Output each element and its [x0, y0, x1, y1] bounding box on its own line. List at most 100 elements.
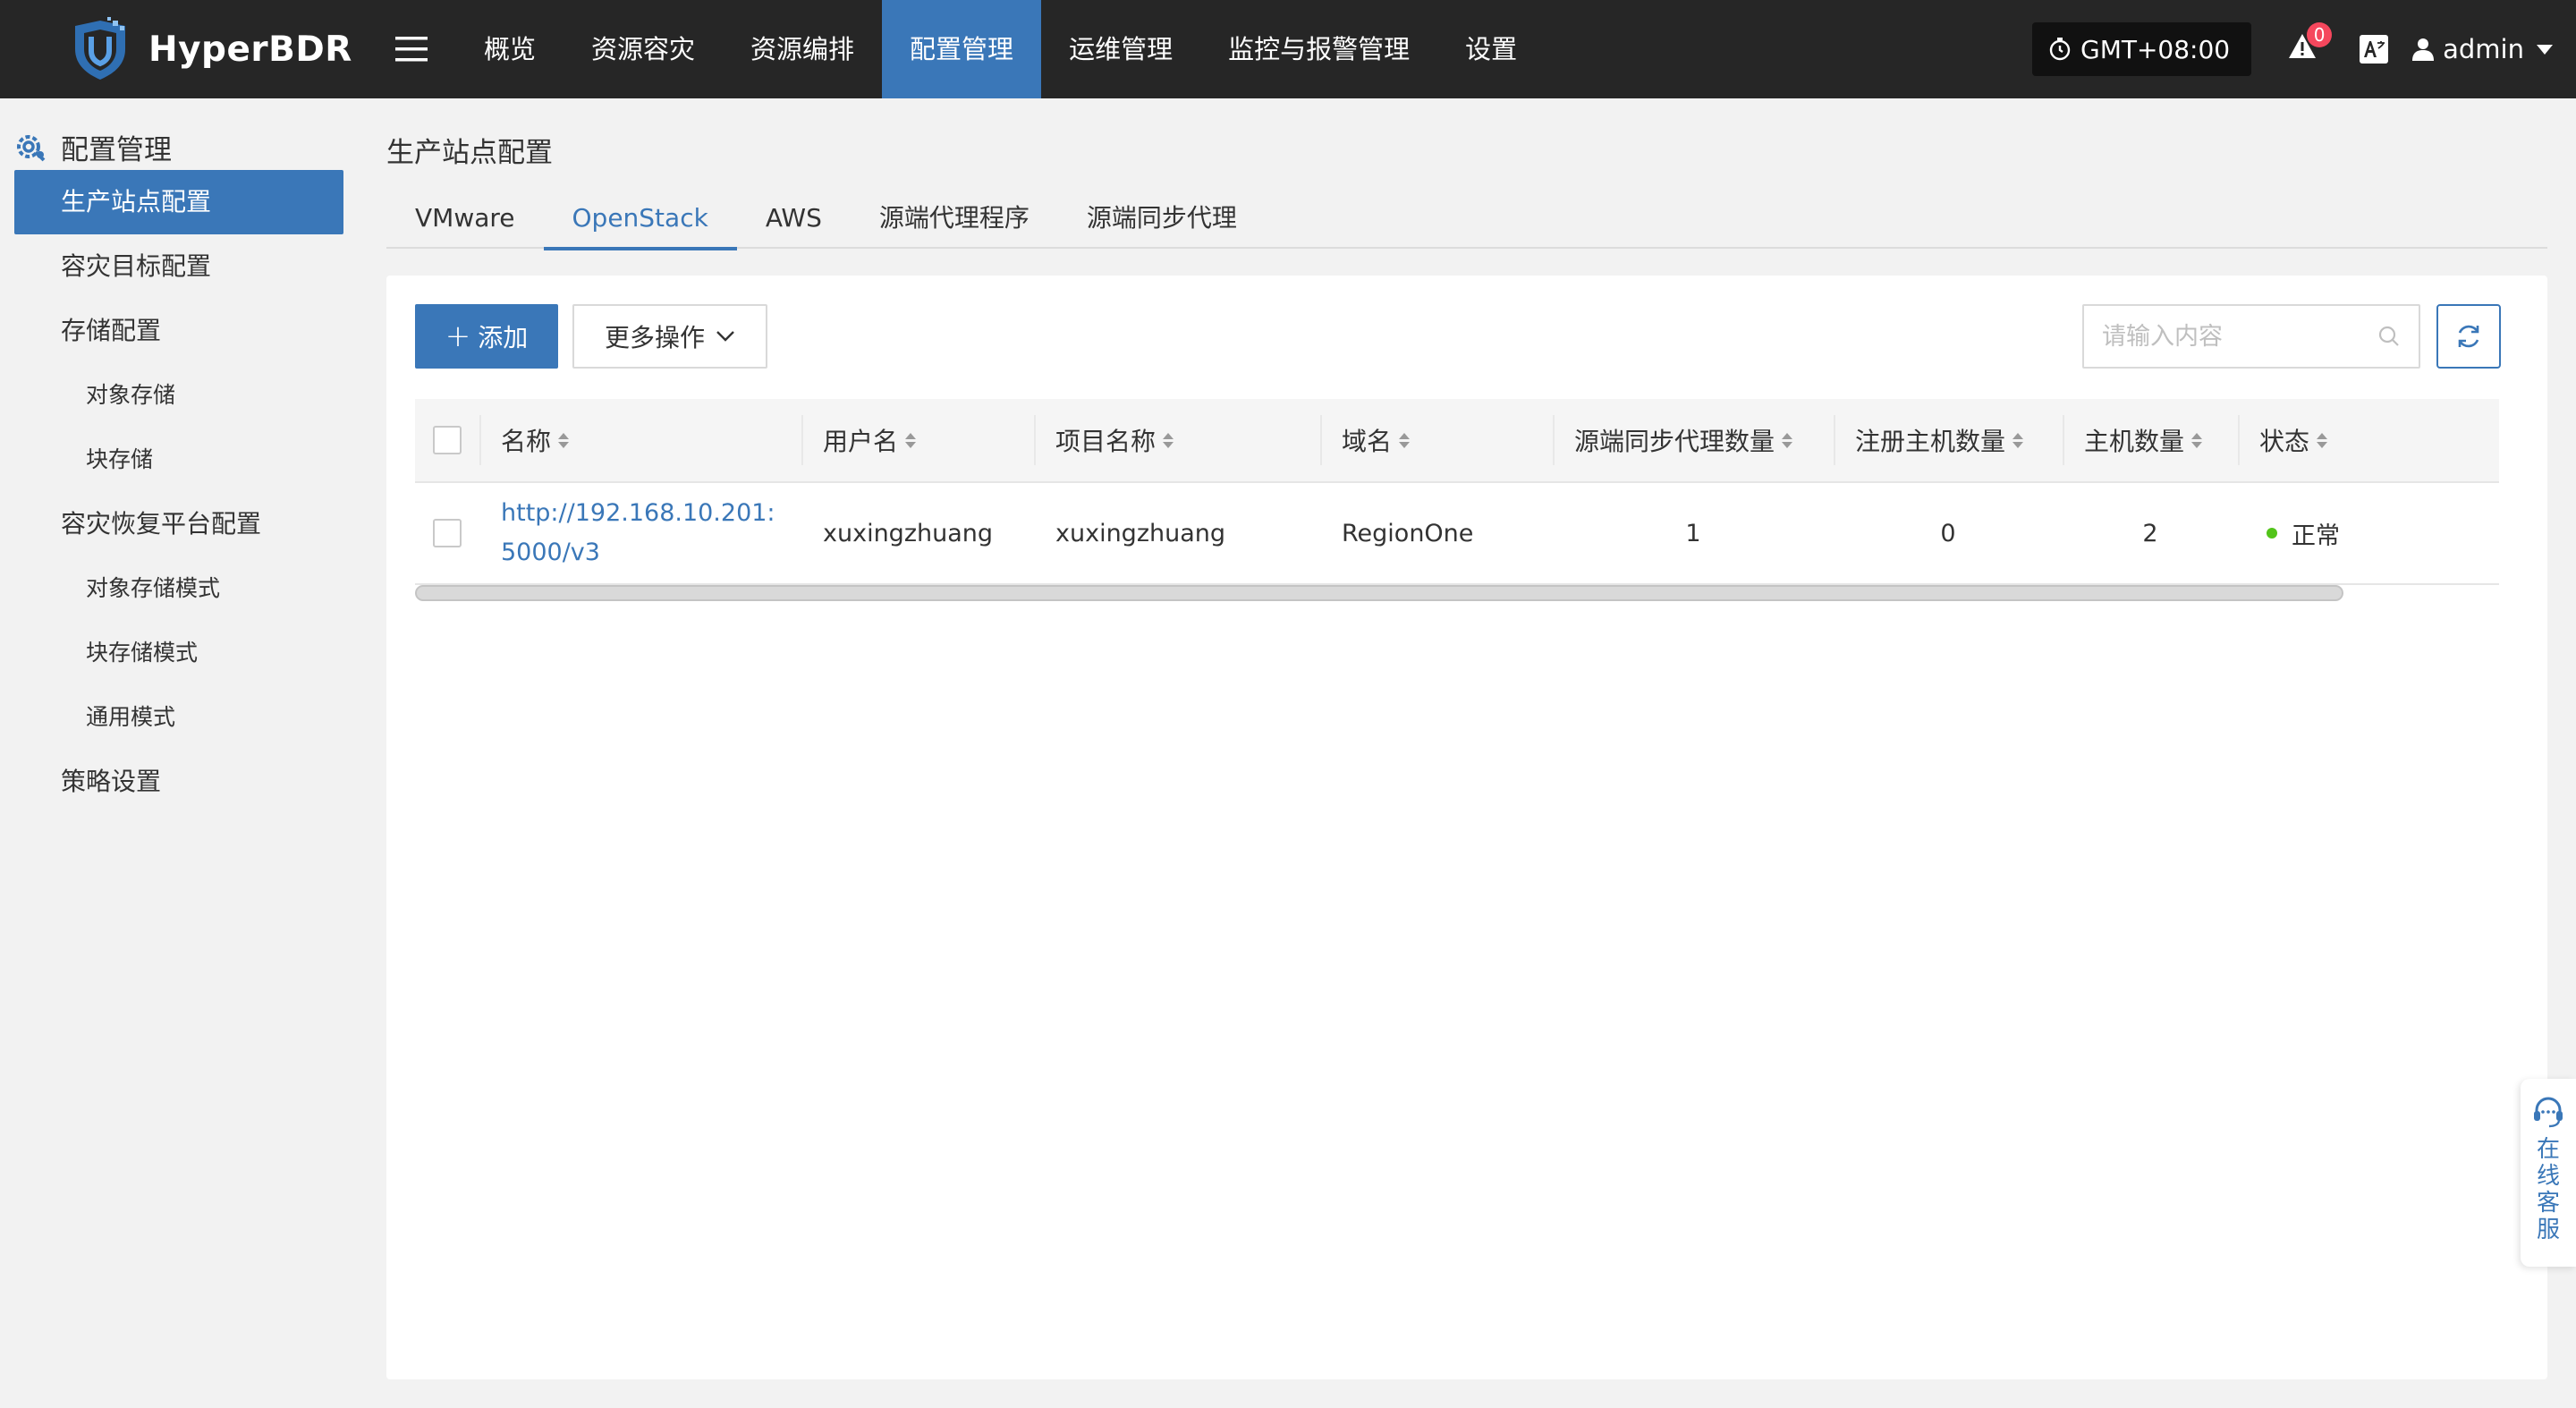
refresh-icon	[2458, 325, 2479, 348]
tab-source-sync-proxy[interactable]: 源端同步代理	[1058, 188, 1266, 249]
nav-ops-management[interactable]: 运维管理	[1041, 0, 1200, 98]
caret-down-icon	[2537, 44, 2553, 55]
row-checkbox[interactable]	[433, 519, 462, 547]
brand-name: HyperBDR	[148, 29, 352, 70]
sort-icon	[1782, 432, 1793, 448]
platform-tabs: VMware OpenStack AWS 源端代理程序 源端同步代理	[386, 188, 2547, 250]
sort-icon	[1163, 432, 1174, 448]
top-navigation-bar: HyperBDR 概览 资源容灾 资源编排 配置管理 运维管理 监控与报警管理 …	[0, 0, 2576, 98]
sidebar-item-storage[interactable]: 存储配置	[0, 299, 358, 363]
username-label: admin	[2443, 34, 2524, 64]
column-label: 源端同步代理数量	[1574, 427, 1775, 456]
endpoint-link[interactable]: http://192.168.10.201:5000/v3	[501, 494, 787, 573]
column-label: 状态	[2259, 427, 2310, 456]
column-header-sync-agents[interactable]: 源端同步代理数量	[1553, 399, 1834, 481]
sort-icon	[905, 432, 917, 448]
sidebar: 配置管理 生产站点配置 容灾目标配置 存储配置 对象存储 块存储 容灾恢复平台配…	[0, 98, 358, 1408]
online-support-button[interactable]: 在线客服	[2521, 1079, 2576, 1267]
row-select-cell	[415, 483, 479, 583]
main-nav: 概览 资源容灾 资源编排 配置管理 运维管理 监控与报警管理 设置	[456, 0, 1545, 98]
brand-logo[interactable]: HyperBDR	[0, 0, 358, 98]
cell-domain: RegionOne	[1342, 519, 1474, 547]
timezone-button[interactable]: GMT+08:00	[2032, 22, 2252, 76]
search-icon[interactable]	[2377, 325, 2401, 348]
sidebar-item-dr-target[interactable]: 容灾目标配置	[0, 234, 358, 299]
cell-sync-agents: 1	[1685, 519, 1701, 547]
column-header-registered-hosts[interactable]: 注册主机数量	[1834, 399, 2063, 481]
sidebar-item-block-storage[interactable]: 块存储	[0, 428, 358, 492]
sort-icon	[2317, 432, 2328, 448]
language-icon[interactable]	[2359, 34, 2389, 64]
user-menu[interactable]: admin	[2412, 34, 2553, 64]
chevron-down-icon	[716, 331, 734, 342]
online-support-label: 在线客服	[2536, 1136, 2560, 1243]
sidebar-item-production-site[interactable]: 生产站点配置	[14, 170, 343, 234]
refresh-button[interactable]	[2436, 304, 2501, 369]
column-label: 域名	[1342, 427, 1393, 456]
cell-registered-hosts: 0	[1940, 519, 1956, 547]
tab-vmware[interactable]: VMware	[386, 188, 544, 249]
table-row: http://192.168.10.201:5000/v3 xuxingzhua…	[415, 483, 2499, 585]
nav-monitoring-alerts[interactable]: 监控与报警管理	[1200, 0, 1437, 98]
plus-icon: +	[445, 318, 471, 354]
column-header-username[interactable]: 用户名	[801, 399, 1034, 481]
column-label: 主机数量	[2084, 427, 2185, 456]
sidebar-item-general-mode[interactable]: 通用模式	[0, 685, 358, 750]
cell-username: xuxingzhuang	[823, 519, 994, 547]
column-header-domain[interactable]: 域名	[1320, 399, 1553, 481]
add-button-label: 添加	[478, 323, 529, 352]
menu-toggle-button[interactable]	[385, 0, 438, 98]
clock-icon	[2049, 38, 2071, 61]
shield-logo-icon	[75, 17, 125, 80]
user-icon	[2412, 38, 2435, 61]
select-all-cell	[415, 399, 479, 481]
sidebar-item-policy[interactable]: 策略设置	[0, 750, 358, 814]
column-label: 项目名称	[1055, 427, 1157, 456]
nav-config-management[interactable]: 配置管理	[882, 0, 1042, 98]
more-actions-label: 更多操作	[604, 323, 705, 352]
nav-resource-orchestration[interactable]: 资源编排	[723, 0, 882, 98]
column-header-name[interactable]: 名称	[479, 399, 801, 481]
sidebar-item-object-storage-mode[interactable]: 对象存储模式	[0, 556, 358, 621]
nav-settings[interactable]: 设置	[1437, 0, 1545, 98]
timezone-label: GMT+08:00	[2080, 34, 2231, 64]
search-box	[2082, 304, 2420, 369]
status-ok-icon	[2267, 528, 2277, 539]
openstack-table: 名称 用户名 项目名称 域名 源端同步代理数量 注册主机数量 主机数量 状态 h…	[415, 399, 2499, 585]
nav-resource-dr[interactable]: 资源容灾	[564, 0, 723, 98]
tab-aws[interactable]: AWS	[737, 188, 851, 249]
alerts-button[interactable]: 0	[2287, 22, 2333, 67]
sort-icon	[1399, 432, 1411, 448]
table-header: 名称 用户名 项目名称 域名 源端同步代理数量 注册主机数量 主机数量 状态	[415, 399, 2499, 483]
headset-icon	[2534, 1097, 2563, 1128]
tab-openstack[interactable]: OpenStack	[543, 188, 738, 250]
select-all-checkbox[interactable]	[433, 426, 462, 454]
cell-project: xuxingzhuang	[1055, 519, 1226, 547]
hamburger-icon	[395, 37, 428, 62]
sort-icon	[2191, 432, 2203, 448]
column-header-project[interactable]: 项目名称	[1034, 399, 1320, 481]
header-actions: GMT+08:00 0 admin	[2032, 0, 2576, 98]
cell-status: 正常	[2238, 483, 2499, 583]
tab-source-agent[interactable]: 源端代理程序	[851, 188, 1058, 249]
page-title: 生产站点配置	[386, 137, 553, 169]
column-label: 名称	[501, 427, 552, 456]
column-header-status[interactable]: 状态	[2238, 399, 2499, 481]
sidebar-item-dr-platform[interactable]: 容灾恢复平台配置	[0, 492, 358, 556]
add-button[interactable]: + 添加	[415, 304, 558, 369]
cell-hosts: 2	[2142, 519, 2158, 547]
horizontal-scrollbar[interactable]	[415, 585, 2343, 601]
sidebar-item-block-storage-mode[interactable]: 块存储模式	[0, 621, 358, 685]
status-label: 正常	[2292, 522, 2340, 550]
gear-settings-icon	[17, 135, 46, 162]
search-input[interactable]	[2102, 322, 2377, 351]
column-header-hosts[interactable]: 主机数量	[2063, 399, 2238, 481]
sidebar-item-object-storage[interactable]: 对象存储	[0, 363, 358, 428]
content-card: + 添加 更多操作 名称	[386, 276, 2547, 1379]
cell-name: http://192.168.10.201:5000/v3	[479, 483, 801, 583]
sort-icon	[558, 432, 570, 448]
column-label: 用户名	[823, 427, 899, 456]
sort-icon	[2012, 432, 2024, 448]
more-actions-dropdown[interactable]: 更多操作	[572, 304, 767, 369]
nav-overview[interactable]: 概览	[456, 0, 564, 98]
